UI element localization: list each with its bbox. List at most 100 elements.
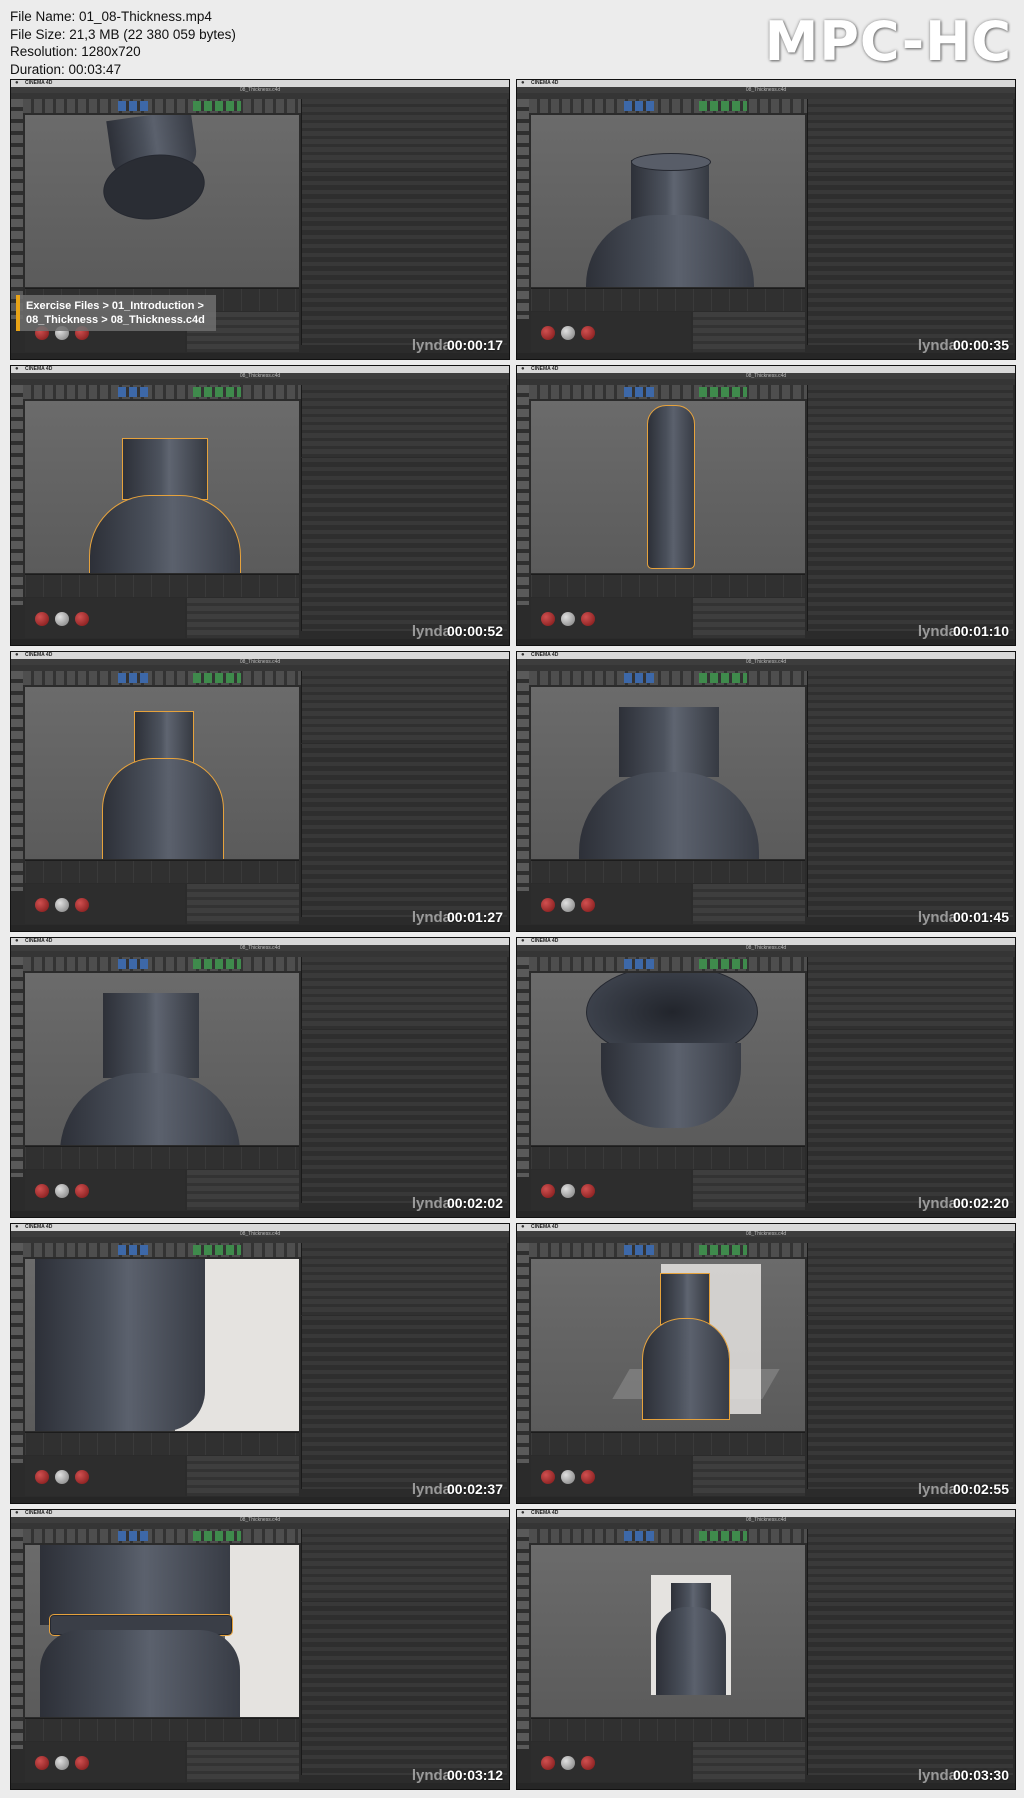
overlay-line-1: Exercise Files > 01_Introduction > xyxy=(26,300,204,312)
left-tool-palette xyxy=(11,671,23,891)
lynda-watermark: lynda xyxy=(411,1481,451,1498)
video-thumbnail-frame: ● CINEMA 4D 08_Thickness.c4d lynda 00:02:20 xyxy=(516,937,1016,1218)
object-manager xyxy=(301,1529,507,1601)
apple-icon: ● xyxy=(521,1224,525,1230)
apple-icon: ● xyxy=(521,80,525,86)
frame-timecode: 00:00:35 xyxy=(952,337,1009,353)
main-toolbar xyxy=(23,385,301,399)
left-tool-palette xyxy=(517,1243,529,1463)
app-name: CINEMA 4D xyxy=(25,1224,53,1230)
coordinates-manager xyxy=(187,884,299,924)
material-swatch xyxy=(561,1470,575,1484)
app-name: CINEMA 4D xyxy=(531,652,559,658)
perspective-viewport xyxy=(531,687,805,859)
attribute-manager xyxy=(807,172,1013,345)
main-toolbar xyxy=(23,957,301,971)
material-swatch xyxy=(75,1470,89,1484)
mpc-hc-logo: MPC-HC xyxy=(764,10,1012,73)
attribute-manager xyxy=(301,1316,507,1489)
material-swatch xyxy=(581,1184,595,1198)
main-toolbar xyxy=(529,385,807,399)
frame-timecode: 00:02:55 xyxy=(952,1481,1009,1497)
material-manager xyxy=(531,1456,691,1496)
material-swatch xyxy=(581,612,595,626)
timeline xyxy=(531,1146,805,1169)
timeline xyxy=(531,574,805,597)
object-manager xyxy=(807,385,1013,457)
timeline xyxy=(531,1718,805,1741)
object-manager xyxy=(301,1243,507,1315)
perspective-viewport xyxy=(531,115,805,287)
apple-icon: ● xyxy=(521,938,525,944)
perspective-viewport xyxy=(25,115,299,287)
frame-timecode: 00:03:30 xyxy=(952,1767,1009,1783)
exercise-files-path-overlay: Exercise Files > 01_Introduction > 08_Thi… xyxy=(16,295,216,331)
material-swatch xyxy=(561,326,575,340)
video-thumbnail-frame: ● CINEMA 4D 08_Thickness.c4d lynda 00:00:35 xyxy=(516,79,1016,360)
material-swatch xyxy=(75,612,89,626)
file-info: File Name: 01_08-Thickness.mp4 File Size… xyxy=(10,8,236,78)
left-tool-palette xyxy=(11,385,23,605)
object-manager xyxy=(807,1243,1013,1315)
timeline xyxy=(531,288,805,311)
material-manager xyxy=(25,598,185,638)
coordinates-manager xyxy=(187,1170,299,1210)
main-toolbar xyxy=(23,1243,301,1257)
file-name-text: File Name: 01_08-Thickness.mp4 xyxy=(10,9,212,24)
frame-timecode: 00:01:45 xyxy=(952,909,1009,925)
main-toolbar xyxy=(529,1243,807,1257)
apple-icon: ● xyxy=(15,1224,19,1230)
object-manager xyxy=(807,957,1013,1029)
left-tool-palette xyxy=(11,1243,23,1463)
main-toolbar xyxy=(529,1529,807,1543)
material-swatch xyxy=(581,326,595,340)
frame-timecode: 00:01:27 xyxy=(446,909,503,925)
material-manager xyxy=(25,1456,185,1496)
material-swatch xyxy=(35,612,49,626)
material-swatch xyxy=(541,1470,555,1484)
coordinates-manager xyxy=(187,1742,299,1782)
material-swatch xyxy=(581,1756,595,1770)
coordinates-manager xyxy=(187,598,299,638)
attribute-manager xyxy=(301,1030,507,1203)
lynda-watermark: lynda xyxy=(917,909,957,926)
main-toolbar xyxy=(529,957,807,971)
timeline xyxy=(531,860,805,883)
perspective-viewport xyxy=(531,401,805,573)
material-swatch xyxy=(561,1184,575,1198)
resolution-text: Resolution: 1280x720 xyxy=(10,44,141,59)
apple-icon: ● xyxy=(15,366,19,372)
app-name: CINEMA 4D xyxy=(25,80,53,86)
apple-icon: ● xyxy=(15,80,19,86)
material-swatch xyxy=(55,1756,69,1770)
material-manager xyxy=(531,312,691,352)
file-size-text: File Size: 21,3 MB (22 380 059 bytes) xyxy=(10,26,236,42)
object-manager xyxy=(301,671,507,743)
video-thumbnail-frame: ● CINEMA 4D 08_Thickness.c4d lynda 00:03:12 xyxy=(10,1509,510,1790)
apple-icon: ● xyxy=(15,652,19,658)
app-name: CINEMA 4D xyxy=(531,1224,559,1230)
perspective-viewport xyxy=(25,1545,299,1717)
material-swatch xyxy=(55,612,69,626)
material-manager xyxy=(25,884,185,924)
coordinates-manager xyxy=(693,1456,805,1496)
material-swatch xyxy=(541,326,555,340)
material-swatch xyxy=(75,898,89,912)
attribute-manager xyxy=(301,172,507,345)
apple-icon: ● xyxy=(521,1510,525,1516)
app-name: CINEMA 4D xyxy=(531,1510,559,1516)
material-swatch xyxy=(75,1184,89,1198)
material-swatch xyxy=(561,898,575,912)
lynda-watermark: lynda xyxy=(411,1767,451,1784)
frame-timecode: 00:01:10 xyxy=(952,623,1009,639)
perspective-viewport xyxy=(531,1545,805,1717)
attribute-manager xyxy=(301,1602,507,1775)
app-name: CINEMA 4D xyxy=(25,366,53,372)
lynda-watermark: lynda xyxy=(411,623,451,640)
object-manager xyxy=(807,1529,1013,1601)
left-tool-palette xyxy=(517,957,529,1177)
object-manager xyxy=(301,99,507,171)
coordinates-manager xyxy=(187,1456,299,1496)
lynda-watermark: lynda xyxy=(917,337,957,354)
coordinates-manager xyxy=(693,1742,805,1782)
